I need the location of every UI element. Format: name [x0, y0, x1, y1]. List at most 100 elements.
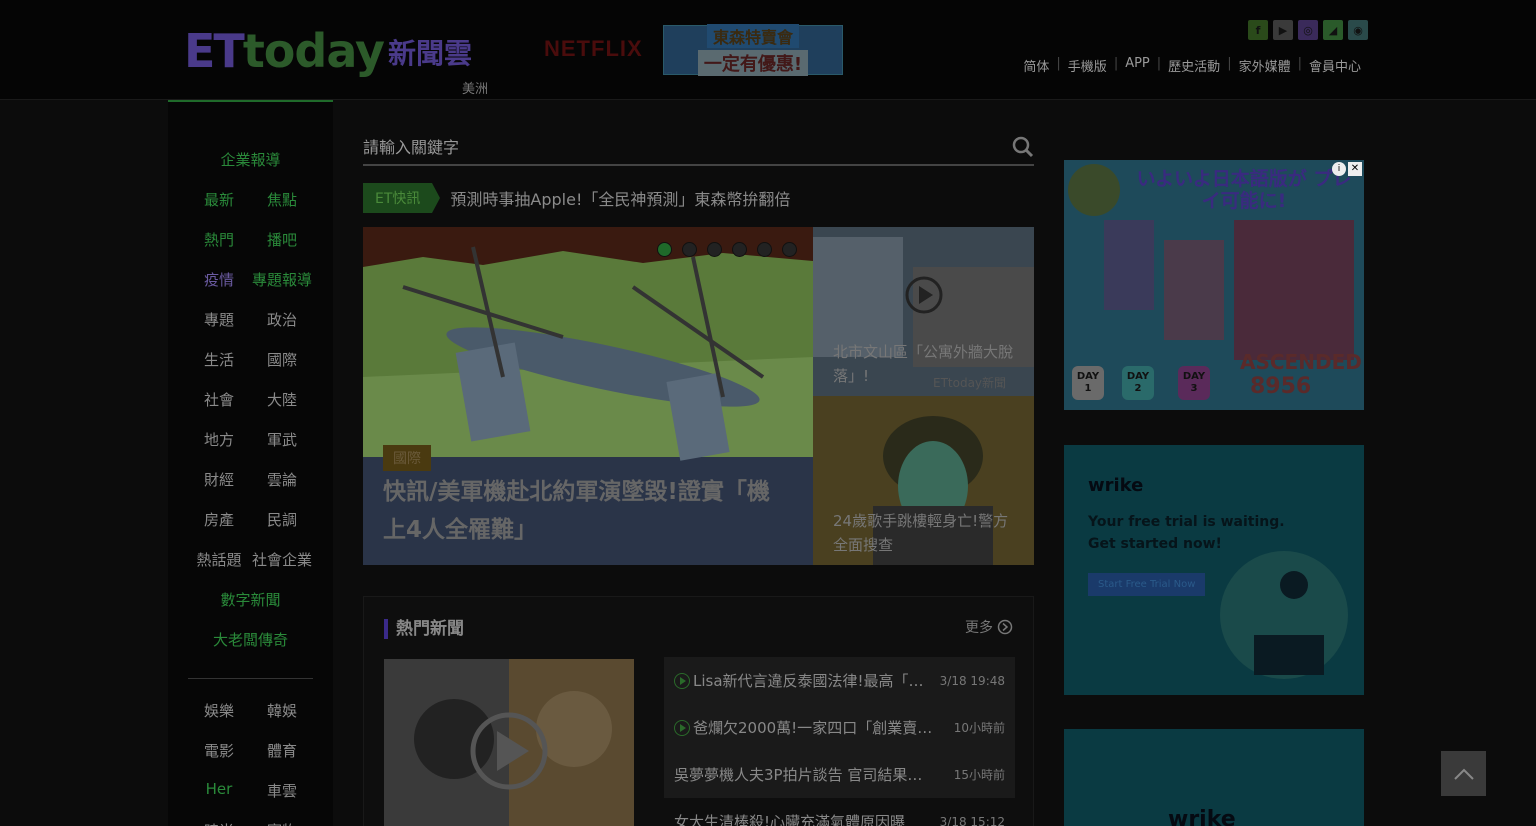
nav-item[interactable]: 大陸: [250, 389, 314, 410]
game-ad-number: 8956: [1250, 374, 1312, 399]
nav-item[interactable]: 民調: [250, 509, 314, 530]
top-link[interactable]: 會員中心: [1302, 56, 1368, 75]
ad-info-icon[interactable]: i: [1332, 162, 1346, 176]
carousel-dot[interactable]: [682, 242, 697, 257]
netflix-ad[interactable]: NETFLIX: [544, 36, 643, 62]
flash-headline[interactable]: 預測時事抽Apple!「全民神預測」東森幣拚翻倍: [450, 186, 790, 210]
top-link[interactable]: APP: [1118, 56, 1157, 75]
ettoday-logo[interactable]: ET today 新聞雲: [184, 24, 472, 74]
nav-item[interactable]: 專題報導: [250, 269, 314, 290]
game-ad-ascended: ASCENDED: [1240, 350, 1362, 374]
instagram-icon[interactable]: ◎: [1298, 20, 1318, 40]
nav-item[interactable]: 社會企業: [250, 549, 314, 570]
hot-news-headline: Lisa新代言違反泰國法律!最高「…: [693, 672, 924, 690]
nav-item[interactable]: 社會: [188, 389, 250, 410]
nav-item[interactable]: 國際: [250, 349, 314, 370]
hero-story[interactable]: 國際 快訊/美軍機赴北約軍演墜毀!證實「機上4人全罹難」: [363, 227, 813, 565]
nav-item[interactable]: 寵物: [250, 820, 314, 826]
flash-news: ET快訊 預測時事抽Apple!「全民神預測」東森幣拚翻倍: [363, 182, 1034, 214]
hot-news-title: 熱門新聞: [384, 619, 464, 639]
nav-item[interactable]: 軍武: [250, 429, 314, 450]
carousel-dot[interactable]: [782, 242, 797, 257]
nav-item[interactable]: 車雲: [250, 780, 314, 801]
play-circle-icon: [674, 719, 690, 736]
nav-item[interactable]: 播吧: [250, 229, 314, 250]
nav-item[interactable]: 娛樂: [188, 700, 250, 721]
top-link[interactable]: 手機版: [1061, 56, 1114, 75]
site-header: ET today 新聞雲 美洲 NETFLIX 東森特賣會 一定有優惠! f ▶ ◎…: [0, 0, 1536, 100]
nav-item[interactable]: 時尚: [188, 820, 250, 826]
nav-item[interactable]: 韓娛: [250, 700, 314, 721]
nav-item[interactable]: 生活: [188, 349, 250, 370]
hot-news-headline: 爸爛欠2000萬!一家四口「創業賣…: [693, 719, 933, 737]
search-icon[interactable]: [1012, 136, 1034, 158]
search-input[interactable]: [363, 130, 983, 164]
back-to-top-button[interactable]: [1441, 751, 1486, 796]
top-link[interactable]: 家外媒體: [1232, 56, 1298, 75]
carousel-dot[interactable]: [757, 242, 772, 257]
nav-item[interactable]: 焦點: [250, 189, 314, 210]
banner-line1: 東森特賣會: [706, 24, 799, 48]
carousel-dot[interactable]: [657, 242, 672, 257]
nav-item[interactable]: 地方: [188, 429, 250, 450]
hot-news-item[interactable]: 女大生清棒殺!心臟充滿氣體原因曝 3/18 15:12: [664, 798, 1015, 826]
game-ad[interactable]: いよいよ日本語版が プレイ可能に! DAY 1 DAY 2 DAY 3 ASCE…: [1064, 160, 1364, 410]
banner-line2: 一定有優惠!: [697, 50, 809, 76]
wrike-illustration: [1220, 551, 1348, 679]
youtube-icon[interactable]: ▶: [1273, 20, 1293, 40]
nav-item[interactable]: 熱門: [188, 229, 250, 250]
wrike-brand: wrike: [1088, 475, 1144, 496]
flash-tag: ET快訊: [363, 183, 441, 213]
social-links: f ▶ ◎ ◢ ◉: [1248, 20, 1368, 40]
top-links: 简体 | 手機版 | APP | 歷史活動 | 家外媒體 | 會員中心: [1016, 56, 1368, 75]
top-link[interactable]: 简体: [1016, 56, 1056, 75]
hot-news-headline: 女大生清棒殺!心臟充滿氣體原因曝: [674, 813, 906, 826]
carousel-dots: [657, 242, 797, 257]
line-icon[interactable]: ◉: [1348, 20, 1368, 40]
hot-news-item[interactable]: 吳夢夢機人夫3P拍片談告 官司結果… 15小時前: [664, 751, 1015, 798]
wrike-ad-2[interactable]: wrike: [1064, 729, 1364, 826]
nav-item[interactable]: 疫情: [188, 269, 250, 290]
nav-item[interactable]: 房產: [188, 509, 250, 530]
nav-item[interactable]: 專題: [188, 309, 250, 330]
nav-corporate[interactable]: 企業報導: [168, 149, 333, 170]
nav-digital[interactable]: 數字新聞: [168, 589, 333, 610]
hero-category[interactable]: 國際: [383, 445, 431, 471]
nav-item[interactable]: 體育: [250, 740, 314, 761]
carousel-dot[interactable]: [732, 242, 747, 257]
wrike-ad[interactable]: wrike Your free trial is waiting. Get st…: [1064, 445, 1364, 695]
more-label: 更多: [965, 620, 993, 636]
rss-icon[interactable]: ◢: [1323, 20, 1343, 40]
carousel-dot[interactable]: [707, 242, 722, 257]
side-story-1-caption: 北市文山區「公寓外牆大脫落」!: [833, 343, 1014, 385]
edition-label[interactable]: 美洲: [462, 78, 488, 97]
hot-news-more-link[interactable]: 更多: [965, 617, 1013, 637]
nav-item[interactable]: 政治: [250, 309, 314, 330]
wrike-brand-2: wrike: [1168, 807, 1236, 826]
day-2-badge: DAY 2: [1122, 366, 1154, 400]
nav-divider: [188, 678, 313, 679]
nav-item[interactable]: Her: [188, 780, 250, 798]
nav-item[interactable]: 雲論: [250, 469, 314, 490]
side-story-1[interactable]: ETtoday新聞 北市文山區「公寓外牆大脫落」!: [813, 227, 1034, 396]
hot-news-item[interactable]: 爸爛欠2000萬!一家四口「創業賣… 10小時前: [664, 704, 1015, 751]
ad-close-icon[interactable]: ✕: [1348, 162, 1362, 176]
nav-item[interactable]: 財經: [188, 469, 250, 490]
hot-news-image[interactable]: [384, 659, 634, 826]
wrike-cta-button[interactable]: Start Free Trial Now: [1088, 573, 1206, 596]
hot-news-list: Lisa新代言違反泰國法律!最高「… 3/18 19:48 爸爛欠2000萬!一家四…: [664, 657, 1015, 826]
hot-news-item[interactable]: Lisa新代言違反泰國法律!最高「… 3/18 19:48: [664, 657, 1015, 704]
hot-news-section: 熱門新聞 更多 Lisa新代言違反泰國法律!最高「… 3/18 19:48 爸爛欠2…: [363, 596, 1034, 826]
facebook-icon[interactable]: f: [1248, 20, 1268, 40]
top-link[interactable]: 歷史活動: [1161, 56, 1227, 75]
hot-news-headline: 吳夢夢機人夫3P拍片談告 官司結果…: [674, 766, 923, 784]
logo-cn: 新聞雲: [387, 37, 472, 70]
nav-item[interactable]: 電影: [188, 740, 250, 761]
top-promo-banner[interactable]: 東森特賣會 一定有優惠!: [663, 24, 843, 76]
nav-item[interactable]: 熱話題: [188, 549, 250, 570]
side-story-2[interactable]: 24歲歌手跳樓輕身亡!警方全面搜查: [813, 396, 1034, 565]
chevron-up-icon: [1453, 768, 1474, 780]
hero-title[interactable]: 快訊/美軍機赴北約軍演墜毀!證實「機上4人全罹難」: [383, 473, 783, 549]
nav-item[interactable]: 最新: [188, 189, 250, 210]
nav-boss[interactable]: 大老闆傳奇: [168, 629, 333, 650]
